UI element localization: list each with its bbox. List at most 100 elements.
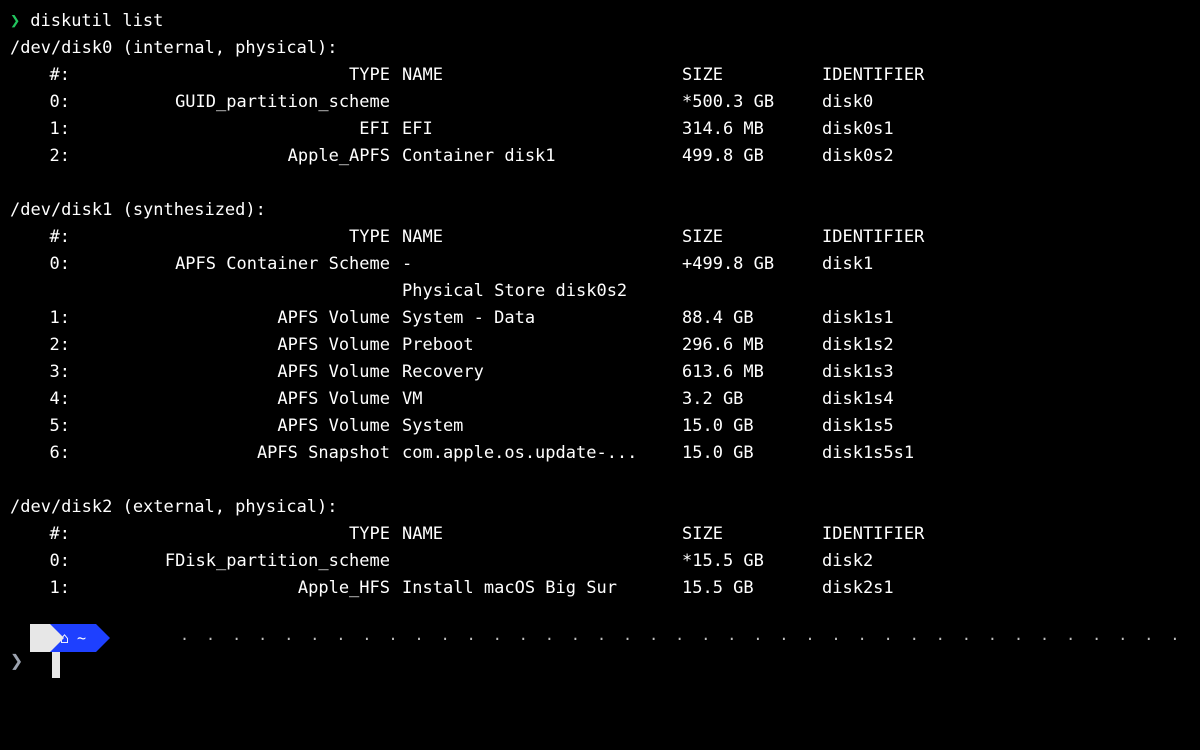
- disk-header: /dev/disk0 (internal, physical):: [10, 35, 1190, 62]
- cell-type: Apple_APFS: [70, 143, 402, 170]
- cell-type: APFS Volume: [70, 386, 402, 413]
- prompt-cursor[interactable]: ❯: [10, 648, 23, 675]
- col-size-header: SIZE: [682, 521, 822, 548]
- cell-size: *500.3 GB: [682, 89, 822, 116]
- cell-index: 1:: [10, 305, 70, 332]
- col-name-header: NAME: [402, 521, 682, 548]
- cell-name: System: [402, 413, 682, 440]
- col-identifier-header: IDENTIFIER: [822, 62, 1022, 89]
- cell-name: Install macOS Big Sur: [402, 575, 682, 602]
- table-row: 0:FDisk_partition_scheme *15.5 GBdisk2: [10, 548, 1190, 575]
- cell-identifier: disk1s2: [822, 332, 1022, 359]
- prompt-connector: [52, 652, 60, 678]
- cell-name: com.apple.os.update-...: [402, 440, 682, 467]
- table-row: 2:APFS VolumePreboot296.6 MBdisk1s2: [10, 332, 1190, 359]
- cell-size: *15.5 GB: [682, 548, 822, 575]
- cell-index: 4:: [10, 386, 70, 413]
- cell-type: APFS Snapshot: [70, 440, 402, 467]
- column-headers: #:TYPENAMESIZEIDENTIFIER: [10, 224, 1190, 251]
- cell-size: 499.8 GB: [682, 143, 822, 170]
- shell-prompt[interactable]: · · · · · · · · · · · · · · · · · · · · …: [10, 624, 1190, 674]
- cell-type: APFS Volume: [70, 332, 402, 359]
- blank-line: [10, 467, 1190, 494]
- col-identifier-header: IDENTIFIER: [822, 224, 1022, 251]
- table-row: 2:Apple_APFSContainer disk1499.8 GBdisk0…: [10, 143, 1190, 170]
- cell-identifier: disk0: [822, 89, 1022, 116]
- cell-identifier: disk1s5s1: [822, 440, 1022, 467]
- terminal-window[interactable]: ❯ diskutil list /dev/disk0 (internal, ph…: [0, 0, 1200, 750]
- cell-name: VM: [402, 386, 682, 413]
- blank-line: [10, 170, 1190, 197]
- cell-index: 3:: [10, 359, 70, 386]
- segment-separator-icon: [96, 624, 110, 652]
- cell-index: 2:: [10, 143, 70, 170]
- col-size-header: SIZE: [682, 62, 822, 89]
- cell-index: 0:: [10, 251, 70, 278]
- command-output: /dev/disk0 (internal, physical):#:TYPENA…: [10, 35, 1190, 602]
- table-row: 3:APFS VolumeRecovery613.6 MBdisk1s3: [10, 359, 1190, 386]
- cell-name: Preboot: [402, 332, 682, 359]
- cell-index: 0:: [10, 89, 70, 116]
- cell-identifier: disk2: [822, 548, 1022, 575]
- cell-identifier: disk1s1: [822, 305, 1022, 332]
- powerline-segments: ⌂ ~: [30, 624, 110, 652]
- cell-name: Physical Store disk0s2: [402, 278, 682, 305]
- cell-size: 296.6 MB: [682, 332, 822, 359]
- cell-type: APFS Volume: [70, 305, 402, 332]
- segment-separator-icon: [50, 624, 64, 652]
- cell-name: Recovery: [402, 359, 682, 386]
- table-row: 1:Apple_HFSInstall macOS Big Sur15.5 GBd…: [10, 575, 1190, 602]
- cell-type: Apple_HFS: [70, 575, 402, 602]
- prompt-filler-dots: · · · · · · · · · · · · · · · · · · · · …: [180, 626, 1180, 653]
- cell-size: 613.6 MB: [682, 359, 822, 386]
- cell-index: 2:: [10, 332, 70, 359]
- column-headers: #:TYPENAMESIZEIDENTIFIER: [10, 521, 1190, 548]
- col-index-header: #:: [10, 224, 70, 251]
- cell-identifier: disk1s5: [822, 413, 1022, 440]
- cell-type: FDisk_partition_scheme: [70, 548, 402, 575]
- cell-index: 1:: [10, 116, 70, 143]
- col-size-header: SIZE: [682, 224, 822, 251]
- table-row: 0:APFS Container Scheme-+499.8 GBdisk1: [10, 251, 1190, 278]
- entered-command: diskutil list: [30, 8, 163, 35]
- col-name-header: NAME: [402, 62, 682, 89]
- cell-index: 6:: [10, 440, 70, 467]
- disk-header: /dev/disk1 (synthesized):: [10, 197, 1190, 224]
- cell-identifier: disk1s3: [822, 359, 1022, 386]
- col-type-header: TYPE: [70, 224, 402, 251]
- cwd-tilde: ~: [77, 625, 86, 652]
- cell-size: 15.0 GB: [682, 413, 822, 440]
- table-row: 5:APFS VolumeSystem15.0 GBdisk1s5: [10, 413, 1190, 440]
- disk-header: /dev/disk2 (external, physical):: [10, 494, 1190, 521]
- col-type-header: TYPE: [70, 62, 402, 89]
- col-name-header: NAME: [402, 224, 682, 251]
- cell-type: GUID_partition_scheme: [70, 89, 402, 116]
- command-line: ❯ diskutil list: [10, 8, 1190, 35]
- col-identifier-header: IDENTIFIER: [822, 521, 1022, 548]
- table-row: 0:GUID_partition_scheme *500.3 GBdisk0: [10, 89, 1190, 116]
- table-row: 4:APFS VolumeVM3.2 GBdisk1s4: [10, 386, 1190, 413]
- cell-size: 314.6 MB: [682, 116, 822, 143]
- cell-name: System - Data: [402, 305, 682, 332]
- cell-size: 15.5 GB: [682, 575, 822, 602]
- cell-type: APFS Volume: [70, 359, 402, 386]
- cell-identifier: disk1s4: [822, 386, 1022, 413]
- cell-name: Container disk1: [402, 143, 682, 170]
- table-row: Physical Store disk0s2: [10, 278, 1190, 305]
- table-row: 6:APFS Snapshotcom.apple.os.update-...15…: [10, 440, 1190, 467]
- cell-name: EFI: [402, 116, 682, 143]
- cell-index: 0:: [10, 548, 70, 575]
- cell-size: 3.2 GB: [682, 386, 822, 413]
- cell-identifier: disk0s1: [822, 116, 1022, 143]
- col-index-header: #:: [10, 62, 70, 89]
- cell-size: 88.4 GB: [682, 305, 822, 332]
- prompt-symbol: ❯: [10, 8, 20, 35]
- col-type-header: TYPE: [70, 521, 402, 548]
- cell-index: 1:: [10, 575, 70, 602]
- cell-identifier: disk2s1: [822, 575, 1022, 602]
- col-index-header: #:: [10, 521, 70, 548]
- cell-type: APFS Volume: [70, 413, 402, 440]
- cell-type: EFI: [70, 116, 402, 143]
- table-row: 1:EFIEFI314.6 MBdisk0s1: [10, 116, 1190, 143]
- cell-identifier: disk1: [822, 251, 1022, 278]
